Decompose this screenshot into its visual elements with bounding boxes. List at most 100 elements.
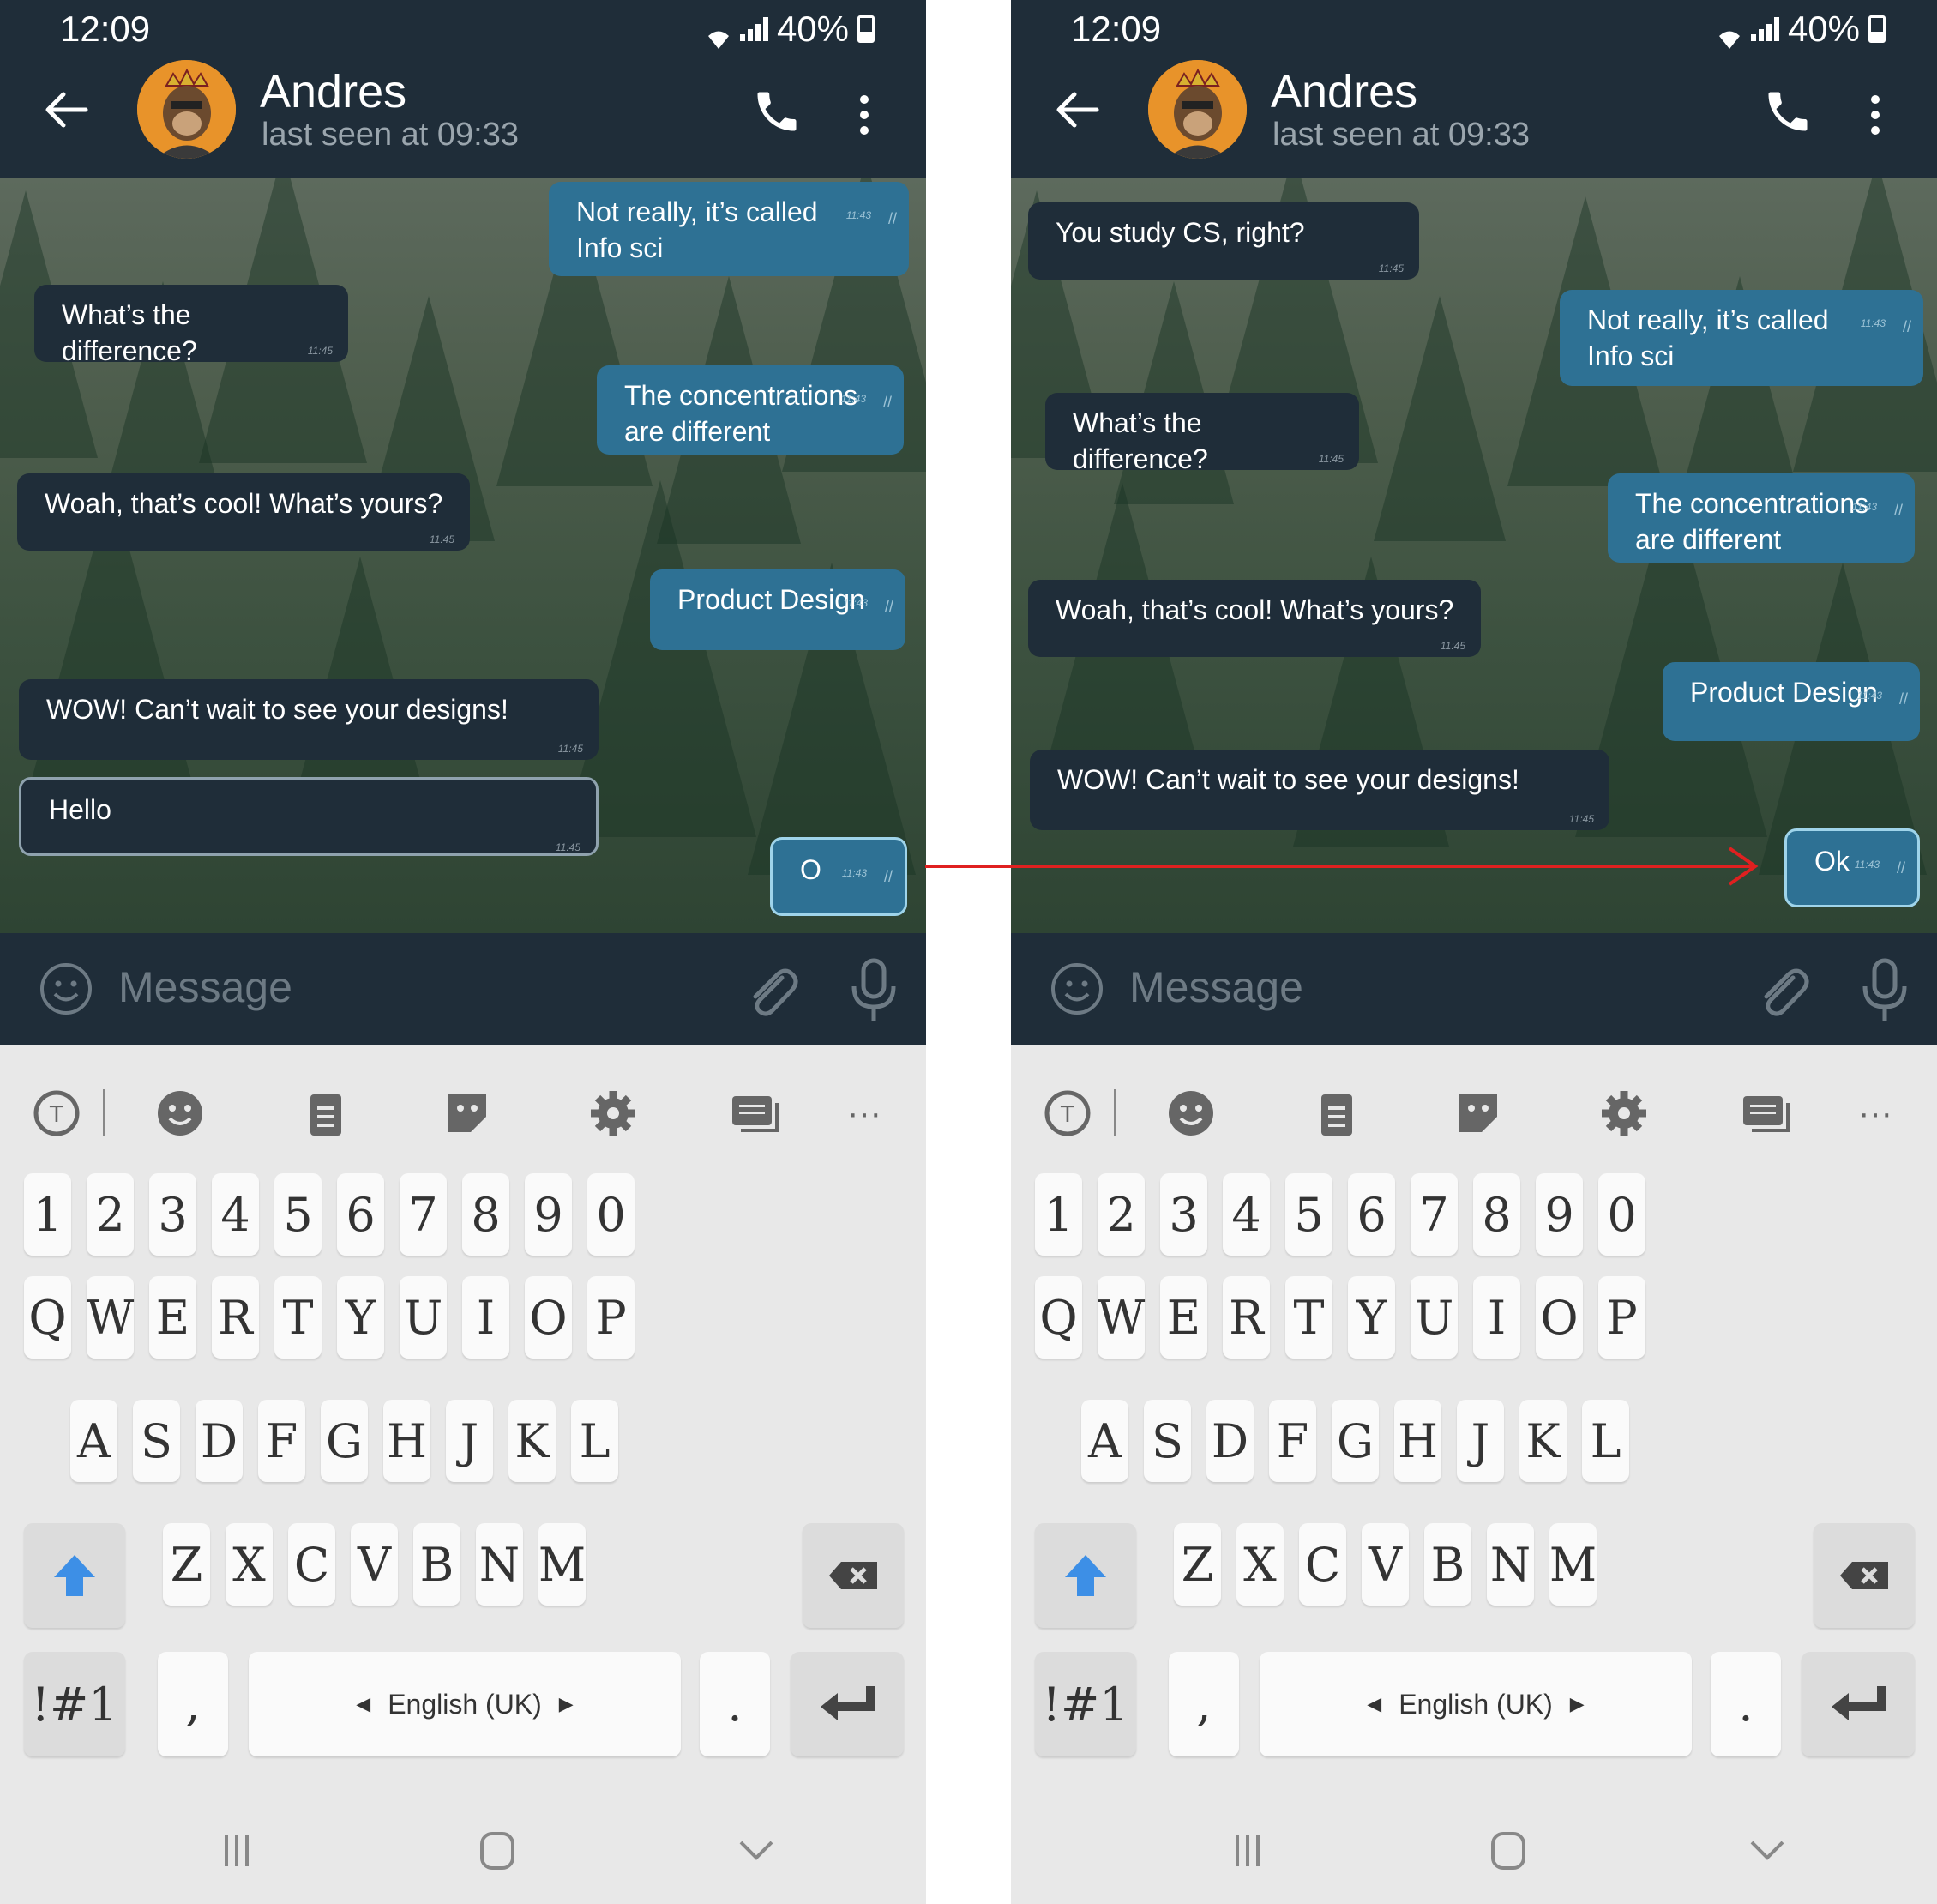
- contact-name[interactable]: Andres: [260, 65, 406, 118]
- key-h[interactable]: H: [1394, 1400, 1441, 1482]
- home-icon[interactable]: [472, 1825, 523, 1877]
- key-g[interactable]: G: [321, 1400, 368, 1482]
- attachment-icon[interactable]: [1754, 959, 1810, 1019]
- key-0[interactable]: 0: [587, 1173, 635, 1256]
- symbols-key[interactable]: !#1: [1035, 1652, 1136, 1756]
- chat-area[interactable]: Not really, it’s called Info sci 11:43 // W…: [0, 178, 926, 933]
- key-3[interactable]: 3: [1160, 1173, 1207, 1256]
- key-x[interactable]: X: [1236, 1523, 1284, 1606]
- keyboard-icon[interactable]: [729, 1088, 780, 1139]
- key-r[interactable]: R: [1223, 1276, 1270, 1359]
- incoming-message[interactable]: WOW! Can’t wait to see your designs! 11:4…: [1030, 750, 1609, 830]
- phone-call-icon[interactable]: [1762, 86, 1814, 137]
- phone-call-icon[interactable]: [751, 86, 803, 137]
- emoji-icon[interactable]: [39, 962, 93, 1015]
- key-d[interactable]: D: [196, 1400, 243, 1482]
- keyboard-icon[interactable]: [1740, 1088, 1791, 1139]
- key-a[interactable]: A: [1081, 1400, 1128, 1482]
- more-options-icon[interactable]: [856, 94, 873, 136]
- key-c[interactable]: C: [1299, 1523, 1346, 1606]
- key-8[interactable]: 8: [462, 1173, 509, 1256]
- attachment-icon[interactable]: [743, 959, 799, 1019]
- key-n[interactable]: N: [476, 1523, 523, 1606]
- key-8[interactable]: 8: [1473, 1173, 1520, 1256]
- key-j[interactable]: J: [1457, 1400, 1504, 1482]
- chat-area[interactable]: You study CS, right? 11:45 Not really, it’…: [1011, 178, 1937, 933]
- emoji-icon[interactable]: [1165, 1088, 1217, 1139]
- key-4[interactable]: 4: [212, 1173, 259, 1256]
- clipboard-icon[interactable]: [300, 1088, 352, 1139]
- key-q[interactable]: Q: [24, 1276, 71, 1359]
- key-i[interactable]: I: [462, 1276, 509, 1359]
- key-t[interactable]: T: [1285, 1276, 1332, 1359]
- outgoing-message[interactable]: Product Design 11:43//: [1663, 662, 1920, 741]
- key-x[interactable]: X: [226, 1523, 273, 1606]
- key-s[interactable]: S: [1144, 1400, 1191, 1482]
- key-h[interactable]: H: [383, 1400, 430, 1482]
- period-key[interactable]: .: [700, 1652, 770, 1756]
- key-v[interactable]: V: [351, 1523, 398, 1606]
- key-u[interactable]: U: [400, 1276, 447, 1359]
- key-a[interactable]: A: [70, 1400, 117, 1482]
- key-b[interactable]: B: [413, 1523, 460, 1606]
- key-n[interactable]: N: [1487, 1523, 1534, 1606]
- key-5[interactable]: 5: [274, 1173, 322, 1256]
- sticker-icon[interactable]: [1453, 1088, 1504, 1139]
- key-f[interactable]: F: [1269, 1400, 1316, 1482]
- key-l[interactable]: L: [571, 1400, 618, 1482]
- recent-apps-icon[interactable]: [211, 1825, 262, 1877]
- key-4[interactable]: 4: [1223, 1173, 1270, 1256]
- key-y[interactable]: Y: [1348, 1276, 1395, 1359]
- incoming-message[interactable]: Woah, that’s cool! What’s yours? 11:45: [1028, 580, 1481, 657]
- key-m[interactable]: M: [538, 1523, 586, 1606]
- message-input[interactable]: Message: [118, 962, 292, 1012]
- key-p[interactable]: P: [1598, 1276, 1645, 1359]
- key-w[interactable]: W: [87, 1276, 134, 1359]
- key-c[interactable]: C: [288, 1523, 335, 1606]
- hide-keyboard-icon[interactable]: [731, 1825, 782, 1877]
- home-icon[interactable]: [1483, 1825, 1534, 1877]
- recent-apps-icon[interactable]: [1222, 1825, 1273, 1877]
- period-key[interactable]: .: [1711, 1652, 1781, 1756]
- comma-key[interactable]: ,: [1169, 1652, 1239, 1756]
- more-icon[interactable]: ···: [1858, 1088, 1910, 1139]
- outgoing-message[interactable]: The concentrations are different 11:43 //: [597, 365, 904, 455]
- symbols-key[interactable]: !#1: [24, 1652, 125, 1756]
- outgoing-message[interactable]: Product Design 11:43//: [650, 569, 905, 650]
- key-9[interactable]: 9: [525, 1173, 572, 1256]
- key-g[interactable]: G: [1332, 1400, 1379, 1482]
- key-0[interactable]: 0: [1598, 1173, 1645, 1256]
- outgoing-message[interactable]: O 11:43 //: [770, 837, 907, 916]
- sticker-icon[interactable]: [442, 1088, 493, 1139]
- key-q[interactable]: Q: [1035, 1276, 1082, 1359]
- more-options-icon[interactable]: [1867, 94, 1884, 136]
- enter-key[interactable]: [791, 1652, 904, 1756]
- key-v[interactable]: V: [1362, 1523, 1409, 1606]
- key-m[interactable]: M: [1549, 1523, 1597, 1606]
- key-2[interactable]: 2: [1098, 1173, 1145, 1256]
- translate-icon[interactable]: T: [1042, 1088, 1093, 1139]
- key-z[interactable]: Z: [1174, 1523, 1221, 1606]
- key-f[interactable]: F: [258, 1400, 305, 1482]
- key-s[interactable]: S: [133, 1400, 180, 1482]
- key-1[interactable]: 1: [24, 1173, 71, 1256]
- contact-name[interactable]: Andres: [1271, 65, 1417, 118]
- outgoing-message[interactable]: The concentrations are different 11:43 //: [1608, 473, 1915, 563]
- clipboard-icon[interactable]: [1311, 1088, 1363, 1139]
- microphone-icon[interactable]: [849, 957, 899, 1024]
- incoming-message[interactable]: What’s the difference? 11:45: [34, 285, 348, 366]
- key-p[interactable]: P: [587, 1276, 635, 1359]
- message-input[interactable]: Message: [1129, 962, 1303, 1012]
- key-l[interactable]: L: [1582, 1400, 1629, 1482]
- key-t[interactable]: T: [274, 1276, 322, 1359]
- key-z[interactable]: Z: [163, 1523, 210, 1606]
- key-k[interactable]: K: [1519, 1400, 1567, 1482]
- incoming-message[interactable]: Hello 11:45: [19, 777, 599, 856]
- key-6[interactable]: 6: [1348, 1173, 1395, 1256]
- incoming-message[interactable]: Woah, that’s cool! What’s yours? 11:45: [17, 473, 470, 551]
- key-e[interactable]: E: [1160, 1276, 1207, 1359]
- key-1[interactable]: 1: [1035, 1173, 1082, 1256]
- incoming-message[interactable]: WOW! Can’t wait to see your designs! 11:4…: [19, 679, 599, 760]
- back-arrow-icon[interactable]: [1052, 89, 1100, 130]
- hide-keyboard-icon[interactable]: [1741, 1825, 1793, 1877]
